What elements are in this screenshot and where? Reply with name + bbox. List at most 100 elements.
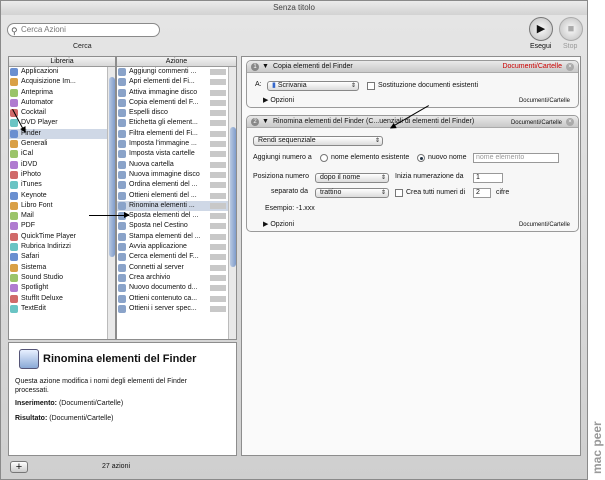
action-list-item[interactable]: Ottieni contenuto ca... bbox=[117, 294, 236, 304]
library-item[interactable]: Spotlight bbox=[9, 283, 115, 293]
example-text: Esempio: -1.xxx bbox=[265, 205, 315, 212]
finder-action-icon bbox=[118, 129, 126, 138]
library-item[interactable]: Rubrica Indirizzi bbox=[9, 242, 115, 252]
action-list-panel: Azione Aggiungi commenti ... Apri element… bbox=[116, 56, 237, 340]
action-list-item[interactable]: Rinomina elementi ... bbox=[117, 200, 236, 212]
library-item[interactable]: Cocktail bbox=[9, 108, 115, 118]
library-scrollbar[interactable] bbox=[107, 67, 115, 339]
action1-options[interactable]: ▶ Opzioni bbox=[263, 96, 294, 106]
action-list-item[interactable]: Stampa elementi del ... bbox=[117, 232, 236, 242]
options-label: Opzioni bbox=[270, 221, 295, 228]
separator-popup[interactable]: trattino ⇕ bbox=[315, 188, 389, 198]
library-item-label: Acquisizione Im... bbox=[21, 78, 76, 86]
run-button[interactable]: ▶ bbox=[529, 17, 553, 41]
action2-header[interactable]: 2 ▼ Rinomina elementi del Finder (C...ue… bbox=[247, 116, 578, 128]
library-item[interactable]: iCal bbox=[9, 149, 115, 159]
action-list-item[interactable]: Nuova cartella bbox=[117, 160, 236, 170]
action-list-item[interactable]: Apri elementi del Fi... bbox=[117, 77, 236, 87]
action-type-indicator bbox=[210, 285, 226, 292]
action-list-item[interactable]: Imposta vista cartelle bbox=[117, 149, 236, 159]
action-list-item[interactable]: Connetti al server bbox=[117, 263, 236, 273]
stop-button[interactable]: ■ bbox=[559, 17, 583, 41]
action-list-item[interactable]: Espelli disco bbox=[117, 108, 236, 118]
action-list-item-label: Espelli disco bbox=[129, 109, 168, 117]
library-item[interactable]: Acquisizione Im... bbox=[9, 77, 115, 87]
action-list-item[interactable]: Cerca elementi del F... bbox=[117, 252, 236, 262]
library-item[interactable]: PDF bbox=[9, 221, 115, 231]
position-label: Posiziona numero bbox=[253, 173, 310, 180]
library-scroll-thumb[interactable] bbox=[109, 77, 115, 257]
digits-field[interactable]: 2 bbox=[473, 188, 491, 198]
replace-existing-checkbox[interactable] bbox=[367, 82, 375, 90]
action-list-item[interactable]: Attiva immagine disco bbox=[117, 88, 236, 98]
library-item[interactable]: QuickTime Player bbox=[9, 232, 115, 242]
library-item[interactable]: Generali bbox=[9, 139, 115, 149]
close-icon[interactable]: × bbox=[566, 63, 574, 71]
library-item[interactable]: Automator bbox=[9, 98, 115, 108]
action-list-item[interactable]: Filtra elementi del Fi... bbox=[117, 129, 236, 139]
library-item[interactable]: Libro Font bbox=[9, 201, 115, 211]
finder-action-icon bbox=[118, 304, 126, 313]
description-title: Rinomina elementi del Finder bbox=[43, 353, 197, 365]
library-item[interactable]: iPhoto bbox=[9, 170, 115, 180]
action-list-item[interactable]: Copia elementi del F... bbox=[117, 98, 236, 108]
quicktime-icon bbox=[10, 232, 18, 241]
add-button[interactable]: + bbox=[10, 461, 28, 473]
action1-header[interactable]: 1 ▼ Copia elementi del Finder Documenti/… bbox=[247, 61, 578, 73]
position-popup[interactable]: dopo il nome ⇕ bbox=[315, 173, 389, 183]
annotation-arrow-rename bbox=[89, 212, 130, 218]
action-list-item[interactable]: Ordina elementi del ... bbox=[117, 180, 236, 190]
library-item[interactable]: iDVD bbox=[9, 160, 115, 170]
radio-existing-label: nome elemento esistente bbox=[331, 154, 410, 161]
library-item[interactable]: Applicazioni bbox=[9, 67, 115, 77]
action-list-item[interactable]: Ottieni elementi del ... bbox=[117, 191, 236, 201]
disclosure-triangle-icon[interactable]: ▼ bbox=[262, 116, 269, 128]
popup-arrows-icon: ⇕ bbox=[380, 175, 386, 181]
disclosure-triangle-icon[interactable]: ▼ bbox=[262, 61, 269, 73]
library-item[interactable]: StuffIt Deluxe bbox=[9, 294, 115, 304]
library-item-label: TextEdit bbox=[21, 304, 46, 312]
library-item-label: DVD Player bbox=[21, 119, 58, 127]
library-item[interactable]: Mail bbox=[9, 211, 115, 221]
all-digits-checkbox[interactable] bbox=[395, 189, 403, 197]
action-list-item[interactable]: Sposta elementi del ... bbox=[117, 211, 236, 221]
action-list-item[interactable]: Ottieni i server spec... bbox=[117, 304, 236, 314]
action-list-item[interactable]: Nuovo documento d... bbox=[117, 283, 236, 293]
action-scroll-thumb[interactable] bbox=[230, 127, 236, 267]
radio-existing-name[interactable] bbox=[320, 154, 328, 162]
library-item[interactable]: Sound Studio bbox=[9, 273, 115, 283]
destination-popup[interactable]: ▮ Scrivania ⇕ bbox=[267, 81, 359, 91]
address-book-icon bbox=[10, 243, 18, 252]
action-list-item[interactable]: Sposta nel Cestino bbox=[117, 221, 236, 231]
close-icon[interactable]: × bbox=[566, 118, 574, 126]
library-item[interactable]: Sistema bbox=[9, 263, 115, 273]
action2-options[interactable]: ▶ Opzioni bbox=[263, 220, 294, 230]
action-list-item-label: Sposta nel Cestino bbox=[129, 222, 188, 230]
library-item-label: Libro Font bbox=[21, 201, 53, 209]
radio-new-name[interactable] bbox=[417, 154, 425, 162]
search-field[interactable]: ⚲ Cerca Azioni bbox=[7, 23, 160, 37]
new-name-field[interactable]: nome elemento bbox=[473, 153, 559, 163]
action-list-item[interactable]: Imposta l'immagine ... bbox=[117, 139, 236, 149]
replace-existing-label: Sostituzione documenti esistenti bbox=[378, 82, 478, 89]
rename-mode-popup[interactable]: Rendi sequenziale ⇕ bbox=[253, 136, 383, 146]
finder-action-icon bbox=[118, 232, 126, 241]
library-item[interactable]: TextEdit bbox=[9, 304, 115, 314]
action-scrollbar[interactable] bbox=[228, 67, 236, 339]
ical-icon bbox=[10, 150, 18, 159]
start-number-field[interactable]: 1 bbox=[473, 173, 503, 183]
system-icon bbox=[10, 263, 18, 272]
action-list-item[interactable]: Nuova immagine disco bbox=[117, 170, 236, 180]
action-list-item[interactable]: Etichetta gli element... bbox=[117, 118, 236, 128]
action-list-item[interactable]: Avvia applicazione bbox=[117, 242, 236, 252]
library-item[interactable]: iTunes bbox=[9, 180, 115, 190]
library-item[interactable]: Keynote bbox=[9, 191, 115, 201]
rename-mode-value: Rendi sequenziale bbox=[258, 137, 316, 144]
action1-input-type: Documenti/Cartelle bbox=[502, 63, 562, 70]
action-list-item[interactable]: Crea archivio bbox=[117, 273, 236, 283]
library-item[interactable]: Safari bbox=[9, 252, 115, 262]
action-list-item-label: Nuova cartella bbox=[129, 160, 174, 168]
library-item[interactable]: Anteprima bbox=[9, 88, 115, 98]
action-list-item[interactable]: Aggiungi commenti ... bbox=[117, 67, 236, 77]
action-type-indicator bbox=[210, 141, 226, 148]
